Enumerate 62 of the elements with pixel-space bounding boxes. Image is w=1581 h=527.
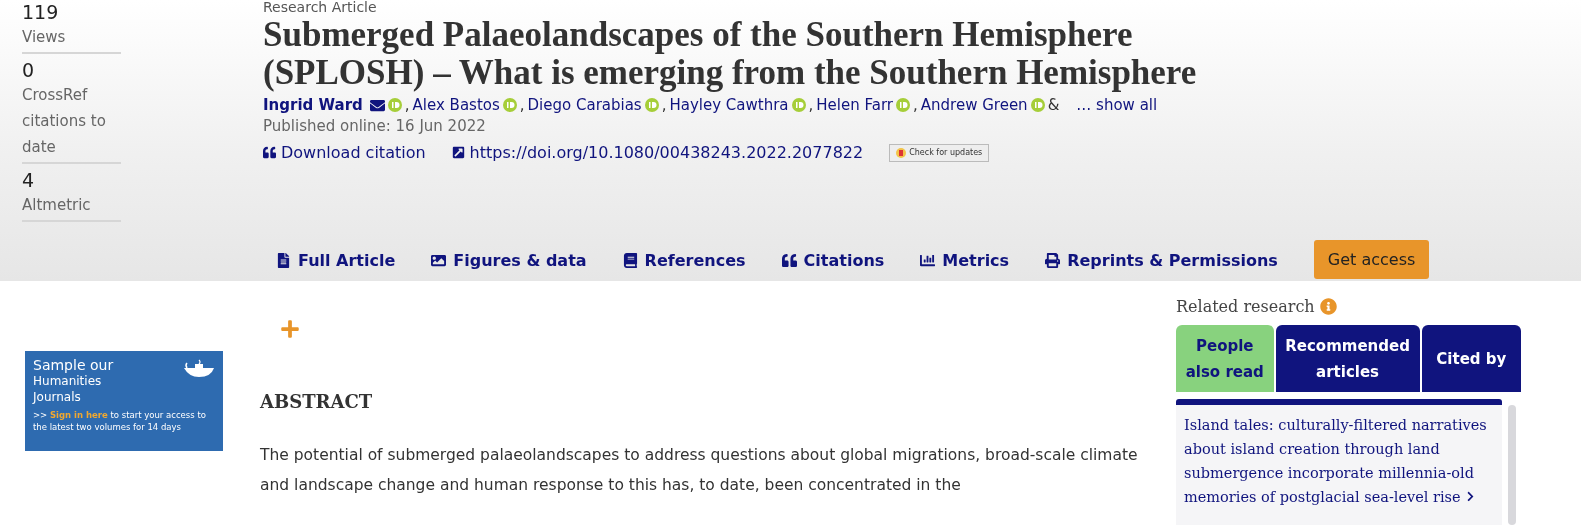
metric-value: 4 (22, 168, 36, 192)
metric-label: Altmetric (22, 195, 92, 216)
article-nav-link[interactable]: Citations (781, 251, 885, 270)
check-for-updates-button[interactable]: Check for updates (889, 143, 990, 162)
banner-text: >> Sign in here to start your access to the latest two volumes for 14 days (33, 409, 207, 433)
article-nav-link[interactable]: Reprints & Permissions (1045, 251, 1278, 270)
metric-value: 119 (22, 0, 60, 24)
banner-subtitle: Journals (33, 389, 82, 405)
metric-label: CrossRef citations to date (22, 85, 107, 158)
orcid-icon[interactable] (896, 98, 911, 112)
mail-icon[interactable] (369, 97, 385, 113)
external-link-icon (451, 146, 465, 159)
banner-title: Sample our (33, 357, 114, 373)
author-link[interactable]: Helen Farr (816, 96, 894, 114)
orcid-icon[interactable] (1030, 98, 1045, 112)
orcid-icon[interactable] (791, 98, 806, 112)
related-research-title: Related research (1176, 297, 1315, 316)
orcid-icon[interactable] (502, 98, 517, 112)
document-icon (276, 253, 291, 268)
orcid-icon[interactable] (644, 98, 659, 112)
promo-banner[interactable]: Sample our Humanities Journals >> Sign in here to start your access to the latest two volumes for 14 days (25, 351, 223, 451)
related-tab[interactable]: Cited by (1421, 325, 1521, 392)
separator-text: , (808, 96, 814, 114)
doi-link[interactable]: https://doi.org/10.1080/00438243.2022.2077822 (451, 143, 864, 162)
article-title: Submerged Palaeolandscapes of the Southern Hemisphere (SPLOSH) – What is emerging from the Southern Hemisphere (263, 16, 1198, 92)
article-nav-link[interactable]: Full Article (276, 251, 396, 270)
banner-subtitle: Humanities (33, 373, 103, 389)
abstract-text: The potential of submerged palaeolandscapes to address questions about global migrations, broad-scale climate and landscape change and human response to this has, to date, been concentrated in the (260, 445, 1139, 496)
metric-label: Views (22, 27, 67, 48)
ampersand-text: & (1047, 96, 1060, 114)
separator-text: , (519, 96, 525, 114)
separator-text: , (404, 96, 410, 114)
bookmark-icon (896, 147, 907, 158)
bar-chart-icon (920, 253, 936, 268)
get-access-button[interactable]: Get access (1313, 240, 1430, 279)
author-link[interactable]: Andrew Green (920, 96, 1028, 114)
info-icon[interactable] (1319, 298, 1337, 315)
article-type: Research Article (263, 0, 378, 14)
image-icon (431, 253, 447, 268)
article-nav-link[interactable]: Figures & data (431, 251, 587, 270)
published-date: Published online: 16 Jun 2022 (263, 117, 487, 135)
download-citation-link[interactable]: Download citation (263, 143, 426, 162)
author-link[interactable]: Diego Carabias (527, 96, 642, 114)
author-link[interactable]: Hayley Cawthra (669, 96, 789, 114)
author-link[interactable]: Ingrid Ward (263, 96, 363, 114)
abstract-heading: ABSTRACT (260, 391, 374, 412)
quote-icon (781, 253, 797, 268)
author-link[interactable]: Alex Bastos (412, 96, 500, 114)
show-all-link[interactable]: … show all (1076, 96, 1158, 114)
article-nav-link[interactable]: Metrics (920, 251, 1010, 270)
separator-text: , (661, 96, 667, 114)
related-tab[interactable]: People also read (1176, 325, 1274, 392)
metric-value: 0 (22, 58, 36, 82)
separator-text: , (913, 96, 918, 114)
printer-icon (1045, 253, 1061, 268)
related-tab[interactable]: Recommended articles (1275, 325, 1420, 392)
book-icon (622, 253, 638, 268)
scrollbar[interactable] (1508, 405, 1516, 525)
article-nav-link[interactable]: References (622, 251, 746, 270)
related-article-link[interactable]: Island tales: culturally-filtered narratives about island creation through land submergence incorporate millennia-old memories of postglacial sea-level rise (1176, 405, 1502, 509)
expand-plus-icon[interactable] (280, 319, 300, 339)
quote-icon (263, 146, 276, 159)
